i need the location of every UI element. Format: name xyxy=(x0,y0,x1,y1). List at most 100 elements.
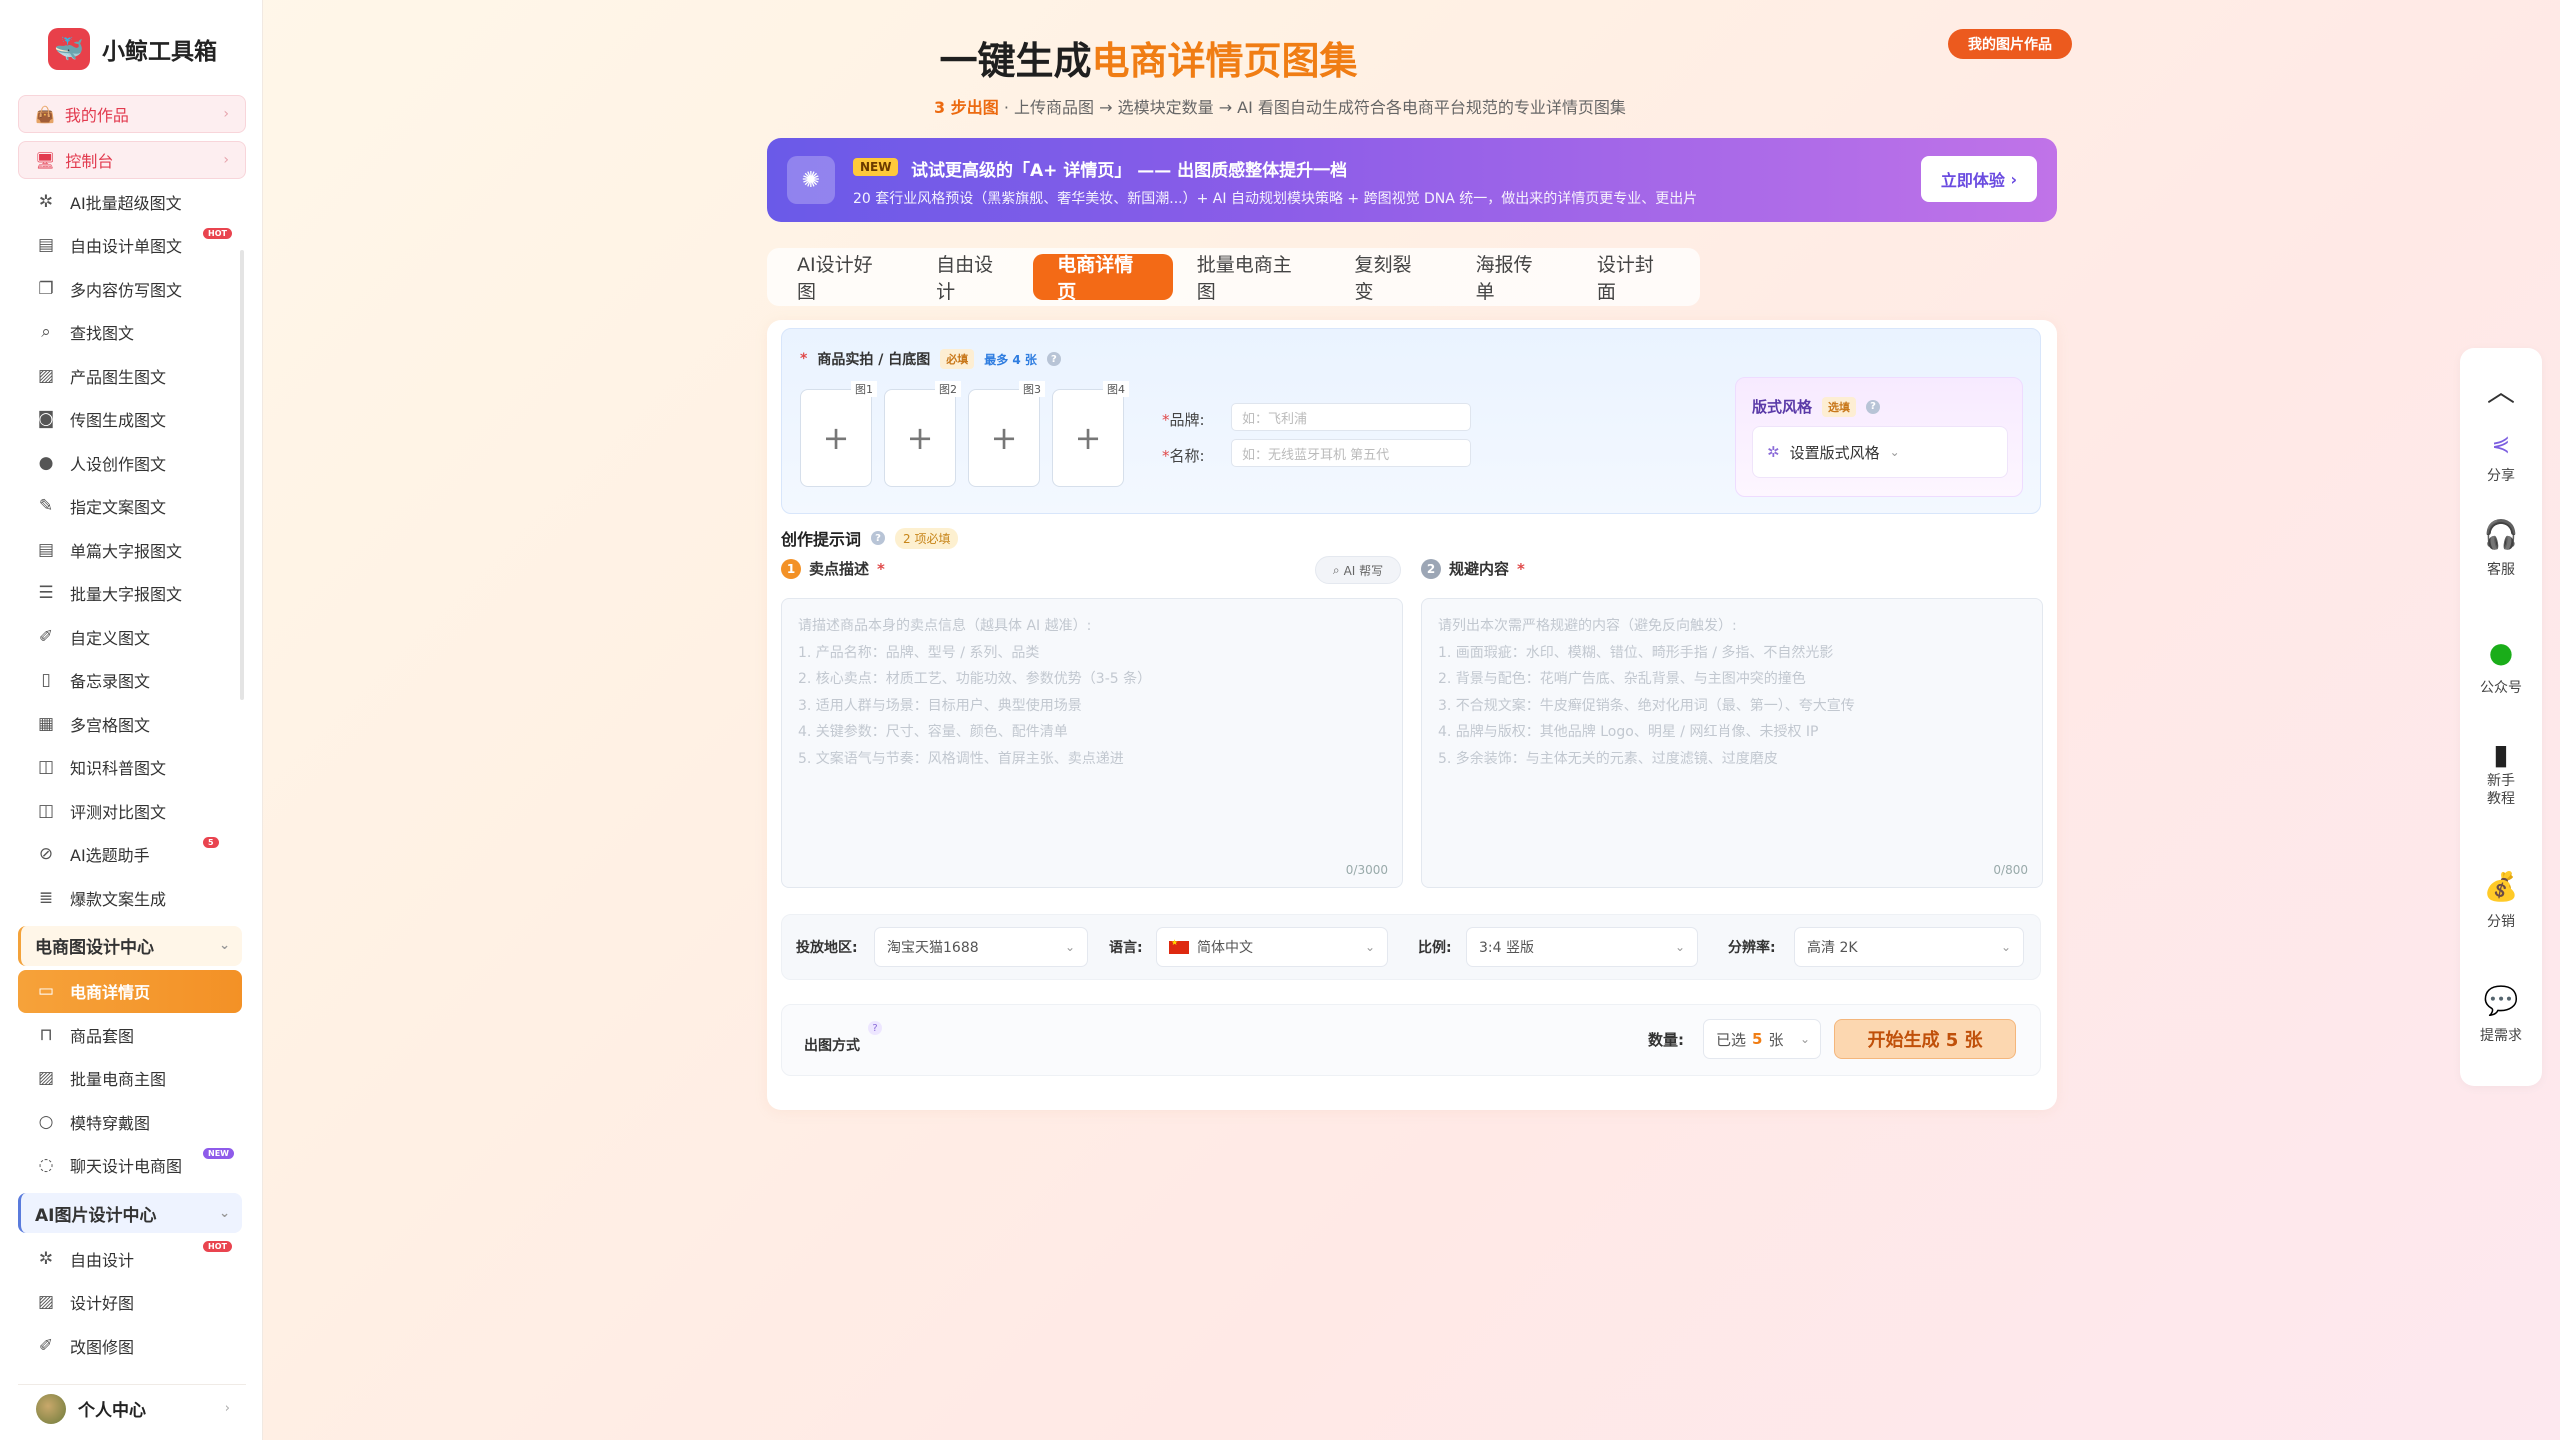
region-label: 投放地区: xyxy=(796,940,858,956)
upload-slot-2[interactable]: 图2 + xyxy=(884,381,961,487)
sidebar-item[interactable]: ◫ 评测对比图文 xyxy=(18,789,242,833)
sidebar-item[interactable]: ▤ 自由设计单图文 HOT xyxy=(18,224,242,268)
tab-cover[interactable]: 设计封面 xyxy=(1573,254,1694,303)
resolution-select[interactable]: 高清 2K ⌄ xyxy=(1794,927,2024,967)
language-label: 语言: xyxy=(1109,940,1143,956)
tab-ecommerce-detail[interactable]: 电商详情页 xyxy=(1033,254,1173,303)
upload-slot-3[interactable]: 图3 + xyxy=(968,381,1045,487)
dock-tutorial[interactable]: ▮ 新手 教程 xyxy=(2460,738,2542,808)
sidebar-item[interactable]: ☰ 批量大字报图文 xyxy=(18,572,242,616)
placeholder-line: 请描述商品本身的卖点信息（越具体 AI 越准）: xyxy=(798,618,1092,634)
sidebar-item[interactable]: ✎ 指定文案图文 xyxy=(18,485,242,529)
language-select[interactable]: 简体中文 ⌄ xyxy=(1156,927,1388,967)
notebook-icon: ▯ xyxy=(41,670,51,691)
tab-free-design[interactable]: 自由设计 xyxy=(912,254,1033,303)
upload-slot-4[interactable]: 图4 + xyxy=(1052,381,1129,487)
chevron-down-icon: ⌄ xyxy=(219,938,230,953)
style-title-text: 版式风格 xyxy=(1752,398,1813,416)
sidebar-item-label: 商品套图 xyxy=(70,1026,135,1046)
page-subtitle: 3 步出图 · 上传商品图 → 选模块定数量 → AI 看图自动生成符合各电商平… xyxy=(0,94,2560,118)
sidebar-item[interactable]: ○ 模特穿戴图 xyxy=(18,1100,242,1144)
help-icon[interactable]: ? xyxy=(871,531,886,545)
sidebar-item-active[interactable]: ▭ 电商详情页 xyxy=(18,969,242,1013)
sidebar-item[interactable]: ▨ 产品图生图文 xyxy=(18,354,242,398)
dock-distribution[interactable]: 💰 分销 xyxy=(2460,870,2542,931)
chevron-down-icon: ⌄ xyxy=(1364,940,1375,954)
placeholder-line: 1. 产品名称：品牌、型号 / 系列、品类 xyxy=(798,644,1040,661)
placeholder-line: 2. 背景与配色：花哨广告底、杂乱背景、与主图冲突的撞色 xyxy=(1438,671,1806,687)
sidebar-item[interactable]: ▨ 批量电商主图 xyxy=(18,1057,242,1101)
section-label: AI图片设计中心 xyxy=(35,1205,157,1226)
dock-official-account[interactable]: ● 公众号 xyxy=(2460,636,2542,697)
max-tag: 最多 4 张 xyxy=(984,352,1037,367)
sidebar-item[interactable]: ▦ 多宫格图文 xyxy=(18,702,242,746)
console-link[interactable]: 🖥 控制台 › xyxy=(18,141,246,179)
set-layout-style-button[interactable]: ✲ 设置版式风格 ⌄ xyxy=(1752,426,2008,478)
sidebar-item[interactable]: ≣ 爆款文案生成 xyxy=(18,876,242,920)
start-generate-button[interactable]: 开始生成 5 张 xyxy=(1834,1019,2016,1059)
sidebar-item[interactable]: ● 人设创作图文 xyxy=(18,441,242,485)
dock-support[interactable]: 🎧 客服 xyxy=(2460,518,2542,579)
sidebar-item[interactable]: ✐ 自定义图文 xyxy=(18,615,242,659)
book-icon: ▮ xyxy=(2493,738,2509,771)
sidebar-item[interactable]: ❐ 多内容仿写图文 xyxy=(18,267,242,311)
banner-subtitle: 20 套行业风格预设（黑紫旗舰、奢华美妆、新国潮...）+ AI 自动规划模块策… xyxy=(853,191,1698,207)
section-ai-image[interactable]: AI图片设计中心 ⌄ xyxy=(18,1193,242,1233)
book-icon: ◫ xyxy=(37,757,55,778)
ratio-select[interactable]: 3:4 竖版 ⌄ xyxy=(1466,927,1698,967)
sparkle-icon: ✲ xyxy=(38,191,54,212)
sidebar-item[interactable]: ▨ 设计好图 xyxy=(18,1281,242,1325)
sidebar-item-label: AI批量超级图文 xyxy=(70,193,182,213)
brand-input[interactable]: 如：飞利浦 xyxy=(1231,403,1471,431)
try-now-button[interactable]: 立即体验 › xyxy=(1921,156,2037,202)
slot-label: 图2 xyxy=(935,381,961,397)
upload-slot-1[interactable]: 图1 + xyxy=(800,381,877,487)
help-icon[interactable]: ? xyxy=(868,1021,882,1035)
sidebar-item[interactable]: ✲ AI批量超级图文 xyxy=(18,180,242,224)
help-icon[interactable]: ? xyxy=(1046,352,1061,366)
ai-write-button[interactable]: ⌕ AI 帮写 xyxy=(1315,556,1401,584)
sidebar-item[interactable]: ⊓ 商品套图 xyxy=(18,1013,242,1057)
sidebar-item[interactable]: ⌕ 查找图文 xyxy=(18,311,242,355)
help-icon[interactable]: ? xyxy=(1866,399,1881,414)
promo-banner[interactable]: ✺ NEW 试试更高级的「A+ 详情页」 —— 出图质感整体提升一档 20 套行… xyxy=(767,138,2057,222)
sidebar-item[interactable]: ✲ 自由设计 HOT xyxy=(18,1237,242,1281)
chevron-down-icon: ⌄ xyxy=(1799,1032,1810,1046)
sidebar-item-label: 评测对比图文 xyxy=(70,802,167,822)
sidebar-item[interactable]: ◌ 聊天设计电商图 NEW xyxy=(18,1144,242,1188)
step-number: 1 xyxy=(781,558,801,579)
sidebar-item[interactable]: ▯ 备忘录图文 xyxy=(18,659,242,703)
sidebar-item-label: 批量电商主图 xyxy=(70,1070,167,1090)
tab-ai-design[interactable]: AI设计好图 xyxy=(773,254,912,303)
placeholder-line: 3. 不合规文案：牛皮癣促销条、绝对化用词（最、第一）、夸大宣传 xyxy=(1438,697,1855,714)
sidebar-item[interactable]: ◙ 传图生成图文 xyxy=(18,398,242,442)
user-center[interactable]: 个人中心 › xyxy=(18,1384,246,1432)
hot-badge: HOT xyxy=(203,1241,232,1252)
section-ecommerce[interactable]: 电商图设计中心 ⌄ xyxy=(18,925,242,966)
monitor-icon: 🖥 xyxy=(35,150,56,170)
region-select[interactable]: 淘宝天猫1688 ⌄ xyxy=(874,927,1088,967)
name-input[interactable]: 如：无线蓝牙耳机 第五代 xyxy=(1231,439,1471,467)
list-icon: ≣ xyxy=(38,887,54,908)
dock-feedback[interactable]: 💬 提需求 xyxy=(2460,984,2542,1045)
compass-icon: ⊘ xyxy=(38,844,54,865)
tab-batch-main[interactable]: 批量电商主图 xyxy=(1173,254,1331,303)
selling-points-textarea[interactable]: 请描述商品本身的卖点信息（越具体 AI 越准）: 1. 产品名称：品牌、型号 /… xyxy=(781,598,1403,888)
generate-row: 出图方式 ? 数量: 已选 5 张 ⌄ 开始生成 5 张 xyxy=(781,1004,2041,1076)
sidebar-item[interactable]: ◫ 知识科普图文 xyxy=(18,746,242,790)
tab-poster[interactable]: 海报传单 xyxy=(1452,254,1573,303)
sidebar-scrollbar[interactable] xyxy=(240,250,244,700)
share-icon: ⋞ xyxy=(2491,432,2511,457)
sidebar-item[interactable]: ▤ 单篇大字报图文 xyxy=(18,528,242,572)
name-label: *名称: xyxy=(1162,447,1205,465)
scroll-top-button[interactable]: ︿ xyxy=(2460,370,2542,418)
sidebar-item[interactable]: ⊘ AI选题助手 5 xyxy=(18,833,242,877)
dock-share[interactable]: ⋞ 分享 xyxy=(2460,432,2542,485)
title-main: 一键生成 xyxy=(939,39,1092,83)
sidebar-item-label: 自由设计 xyxy=(70,1250,135,1270)
sidebar-item[interactable]: ✐ 改图修图 xyxy=(18,1324,242,1368)
chevron-down-icon: ⌄ xyxy=(1064,940,1075,954)
tab-replicate[interactable]: 复刻裂变 xyxy=(1330,254,1451,303)
avoid-content-textarea[interactable]: 请列出本次需严格规避的内容（避免反向触发）: 1. 画面瑕疵：水印、模糊、错位、… xyxy=(1421,598,2043,888)
quantity-select[interactable]: 已选 5 张 ⌄ xyxy=(1703,1019,1821,1059)
